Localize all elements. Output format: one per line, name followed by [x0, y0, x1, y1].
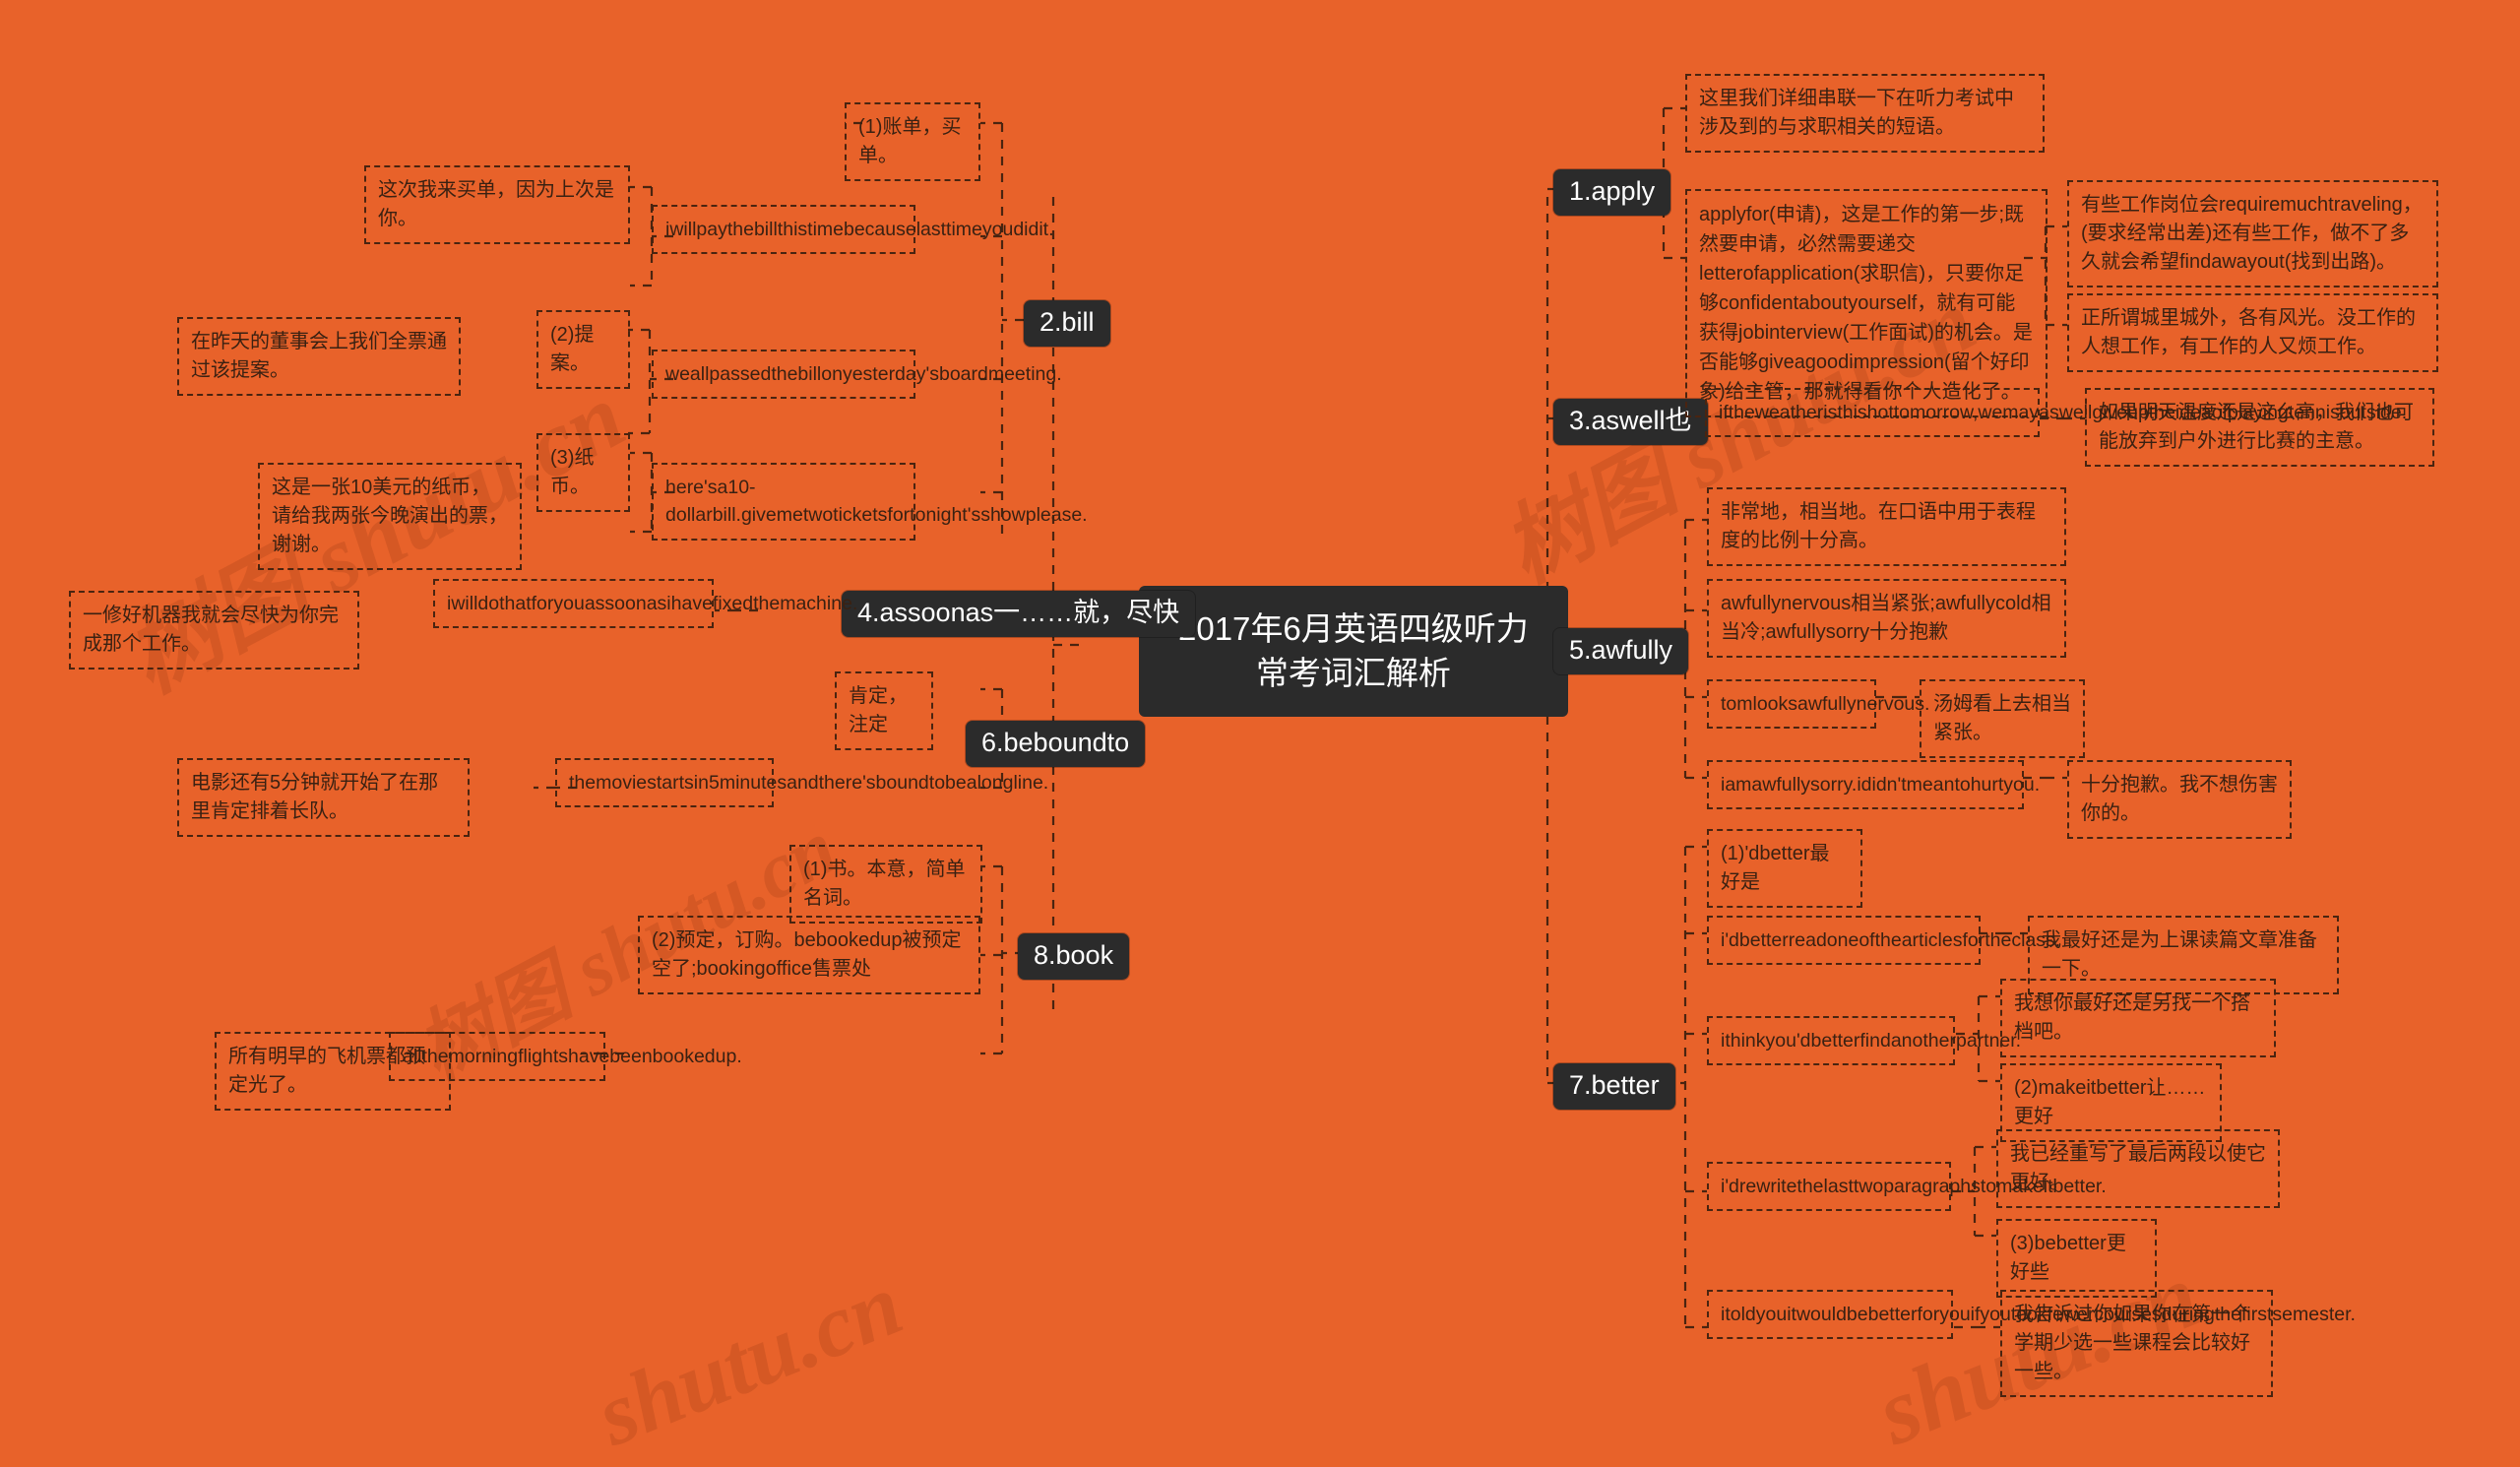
topic-better[interactable]: 7.better	[1553, 1063, 1675, 1111]
leaf-awfully-definition[interactable]: 非常地，相当地。在口语中用于表程度的比例十分高。	[1707, 487, 2066, 566]
topic-awfully[interactable]: 5.awfully	[1553, 628, 1689, 675]
topic-bill-label: 2.bill	[1024, 300, 1110, 348]
topic-beboundto-label: 6.beboundto	[966, 721, 1146, 768]
leaf-better-example1-en[interactable]: i'dbetterreadoneofthearticlesfortheclass…	[1707, 916, 2060, 966]
topic-bill[interactable]: 2.bill	[1024, 300, 1110, 348]
watermark: shutu.cn	[584, 1255, 915, 1465]
leaf-awfully-example2-en[interactable]: iamawfullysorry.ididn'tmeantohurtyou.	[1707, 760, 2040, 810]
leaf-bill-sense1[interactable]: (1)账单，买单。	[845, 102, 980, 181]
leaf-aswell-cn[interactable]: 如果明天温度还是这么高，我们也可能放弃到户外进行比赛的主意。	[2085, 388, 2434, 467]
mindmap-canvas: 树图 shutu.cn 树图 shutu.cn 树图 shutu.cn shut…	[0, 0, 2520, 1465]
leaf-bound-definition[interactable]: 肯定，注定	[835, 671, 933, 750]
leaf-bound-cn[interactable]: 电影还有5分钟就开始了在那里肯定排着长队。	[177, 758, 470, 837]
leaf-better-example2-en[interactable]: ithinkyou'dbetterfindanotherpartner.	[1707, 1016, 2021, 1066]
leaf-assoonas-cn[interactable]: 一修好机器我就会尽快为你完成那个工作。	[69, 591, 359, 670]
leaf-bill-sense2[interactable]: (2)提案。	[536, 310, 630, 389]
leaf-awfully-example1-cn[interactable]: 汤姆看上去相当紧张。	[1920, 679, 2085, 758]
leaf-better-example3-en[interactable]: i'drewritethelasttwoparagraphstomakeitbe…	[1707, 1162, 2107, 1212]
topic-awfully-label: 5.awfully	[1553, 628, 1689, 675]
leaf-apply-city[interactable]: 正所谓城里城外，各有风光。没工作的人想工作，有工作的人又烦工作。	[2067, 293, 2438, 372]
topic-book[interactable]: 8.book	[1018, 933, 1130, 981]
leaf-awfully-example2-cn[interactable]: 十分抱歉。我不想伤害你的。	[2067, 760, 2292, 839]
topic-better-label: 7.better	[1553, 1063, 1675, 1111]
leaf-bill-example2-cn[interactable]: 在昨天的董事会上我们全票通过该提案。	[177, 317, 461, 396]
topic-apply-label: 1.apply	[1553, 169, 1671, 217]
leaf-better-example2-cn[interactable]: 我想你最好还是另找一个搭档吧。	[2000, 979, 2276, 1057]
topic-assoonas[interactable]: 4.assoonas一……就，尽快	[842, 591, 1196, 638]
leaf-aswell-en[interactable]: iftheweatheristhishottomorrow,wemayaswel…	[1705, 388, 2407, 438]
leaf-bill-example1-cn[interactable]: 这次我来买单，因为上次是你。	[364, 165, 630, 244]
root-node[interactable]: 2017年6月英语四级听力 常考词汇解析	[1139, 586, 1568, 718]
topic-apply[interactable]: 1.apply	[1553, 169, 1671, 217]
topic-beboundto[interactable]: 6.beboundto	[966, 721, 1146, 768]
leaf-bill-example2-en[interactable]: weallpassedthebillonyesterday'sboardmeet…	[652, 350, 1062, 400]
leaf-apply-travel[interactable]: 有些工作岗位会requiremuchtraveling，(要求经常出差)还有些工…	[2067, 180, 2438, 287]
leaf-bill-example1-en[interactable]: iwillpaythebillthistimebecauselasttimeyo…	[652, 205, 1054, 255]
leaf-bill-sense3[interactable]: (3)纸币。	[536, 433, 630, 512]
leaf-awfully-usages[interactable]: awfullynervous相当紧张;awfullycold相当冷;awfull…	[1707, 579, 2066, 658]
leaf-better-sense1[interactable]: (1)'dbetter最好是	[1707, 829, 1862, 908]
root-title: 2017年6月英语四级听力 常考词汇解析	[1139, 586, 1568, 718]
leaf-bill-example3-cn[interactable]: 这是一张10美元的纸币，请给我两张今晚演出的票，谢谢。	[258, 463, 522, 570]
leaf-better-example4-cn[interactable]: 我告诉过你如果你在第一个学期少选一些课程会比较好一些。	[2000, 1290, 2273, 1397]
leaf-assoonas-en[interactable]: iwilldothatforyouassoonasihavefixedthema…	[433, 579, 857, 629]
leaf-better-example4-en[interactable]: itoldyouitwouldbebetterforyouifyoutookfe…	[1707, 1290, 2356, 1340]
leaf-better-sense3[interactable]: (3)bebetter更好些	[1996, 1219, 2157, 1298]
leaf-better-example3-cn[interactable]: 我已经重写了最后两段以使它更好。	[1996, 1129, 2280, 1208]
leaf-bill-example3-en[interactable]: here'sa10-dollarbill.givemetwoticketsfor…	[652, 463, 1088, 541]
leaf-book-sense1[interactable]: (1)书。本意，简单名词。	[789, 845, 982, 924]
leaf-apply-main[interactable]: applyfor(申请)，这是工作的第一步;既然要申请，必然需要递交letter…	[1685, 189, 2048, 417]
topic-assoonas-label: 4.assoonas一……就，尽快	[842, 591, 1196, 638]
leaf-awfully-example1-en[interactable]: tomlooksawfullynervous.	[1707, 679, 1929, 730]
leaf-apply-intro[interactable]: 这里我们详细串联一下在听力考试中涉及到的与求职相关的短语。	[1685, 74, 2045, 153]
topic-book-label: 8.book	[1018, 933, 1130, 981]
leaf-book-sense2[interactable]: (2)预定，订购。bebookedup被预定空了;bookingoffice售票…	[638, 916, 980, 994]
leaf-bound-en[interactable]: themoviestartsin5minutesandthere'sboundt…	[555, 758, 1048, 808]
leaf-book-example-en2[interactable]: allthemorningflightshavebeenbookedup.	[389, 1032, 742, 1082]
